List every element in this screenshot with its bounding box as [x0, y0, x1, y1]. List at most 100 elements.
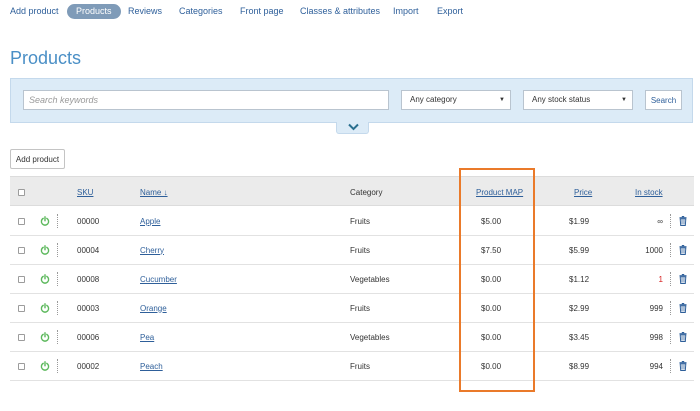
stock-select-value: Any stock status [532, 95, 591, 104]
nav-import[interactable]: Import [393, 4, 419, 19]
sku-cell: 00006 [77, 332, 100, 342]
add-product-button[interactable]: Add product [10, 149, 65, 169]
delete-button[interactable] [679, 207, 687, 235]
search-input[interactable] [23, 90, 389, 110]
product-map-cell: $0.00 [481, 274, 502, 284]
caret-down-icon: ▼ [621, 97, 627, 103]
nav-reviews[interactable]: Reviews [128, 4, 162, 19]
row-divider [670, 294, 672, 322]
top-nav: Add product Products Reviews Categories … [0, 0, 700, 24]
product-name[interactable]: Cherry [140, 246, 164, 255]
price-cell: $2.99 [569, 303, 590, 313]
trash-icon [679, 332, 687, 342]
delete-button[interactable] [679, 352, 687, 380]
nav-categories[interactable]: Categories [179, 4, 223, 19]
power-toggle-button[interactable] [40, 236, 50, 264]
category-cell: Vegetables [350, 332, 390, 342]
table-header: SKU Name ↓ Category Product MAP Price In… [10, 176, 694, 206]
category-cell: Fruits [350, 216, 370, 226]
row-divider [57, 236, 59, 264]
delete-button[interactable] [679, 265, 687, 293]
column-header-name[interactable]: Name ↓ [140, 177, 168, 207]
trash-icon [679, 216, 687, 226]
power-toggle-button[interactable] [40, 352, 50, 380]
column-header-in-stock[interactable]: In stock [635, 177, 663, 207]
table-row: 00004 Cherry Fruits $7.50 $5.99 1000 [10, 236, 694, 265]
product-name-link[interactable]: Pea [140, 323, 154, 351]
caret-down-icon: ▼ [499, 97, 505, 103]
category-cell: Fruits [350, 245, 370, 255]
category-select[interactable]: Any category ▼ [401, 90, 511, 110]
price-cell: $5.99 [569, 245, 590, 255]
row-divider [670, 236, 672, 264]
row-divider [670, 323, 672, 351]
chevron-down-icon [348, 123, 359, 131]
column-header-product-map[interactable]: Product MAP [476, 177, 523, 207]
row-checkbox[interactable] [18, 352, 25, 380]
stock-cell: 1000 [645, 245, 663, 255]
power-toggle-button[interactable] [40, 294, 50, 322]
product-name[interactable]: Orange [140, 304, 167, 313]
stock-cell: ∞ [657, 216, 663, 226]
stock-cell: 994 [649, 361, 663, 371]
sku-cell: 00003 [77, 303, 100, 313]
product-map-cell: $0.00 [481, 303, 502, 313]
column-header-sku[interactable]: SKU [77, 177, 93, 207]
row-checkbox[interactable] [18, 323, 25, 351]
category-cell: Fruits [350, 303, 370, 313]
product-name[interactable]: Cucumber [140, 275, 177, 284]
delete-button[interactable] [679, 323, 687, 351]
table-row: 00008 Cucumber Vegetables $0.00 $1.12 1 [10, 265, 694, 294]
stock-cell: 1 [658, 274, 663, 284]
nav-front-page[interactable]: Front page [240, 4, 284, 19]
search-panel: Any category ▼ Any stock status ▼ Search [10, 78, 693, 123]
row-checkbox[interactable] [18, 294, 25, 322]
trash-icon [679, 274, 687, 284]
nav-products[interactable]: Products [67, 4, 121, 19]
product-name-link[interactable]: Peach [140, 352, 163, 380]
product-name-link[interactable]: Apple [140, 207, 160, 235]
trash-icon [679, 361, 687, 371]
table-row: 00003 Orange Fruits $0.00 $2.99 999 [10, 294, 694, 323]
category-cell: Fruits [350, 361, 370, 371]
trash-icon [679, 303, 687, 313]
select-all-checkbox[interactable] [18, 177, 25, 207]
nav-add-product[interactable]: Add product [10, 4, 59, 19]
row-checkbox[interactable] [18, 207, 25, 235]
delete-button[interactable] [679, 294, 687, 322]
product-name[interactable]: Pea [140, 333, 154, 342]
row-checkbox[interactable] [18, 265, 25, 293]
power-icon [40, 361, 50, 371]
row-divider [670, 352, 672, 380]
product-map-cell: $5.00 [481, 216, 502, 226]
expand-search-toggle[interactable] [336, 122, 369, 134]
sku-cell: 00002 [77, 361, 100, 371]
product-name[interactable]: Apple [140, 217, 160, 226]
power-icon [40, 332, 50, 342]
product-map-cell: $0.00 [481, 361, 502, 371]
search-button[interactable]: Search [645, 90, 682, 110]
power-toggle-button[interactable] [40, 265, 50, 293]
delete-button[interactable] [679, 236, 687, 264]
nav-classes-attributes[interactable]: Classes & attributes [300, 4, 380, 19]
nav-export[interactable]: Export [437, 4, 463, 19]
table-row: 00006 Pea Vegetables $0.00 $3.45 998 [10, 323, 694, 352]
row-divider [670, 207, 672, 235]
category-cell: Vegetables [350, 274, 390, 284]
product-name-link[interactable]: Orange [140, 294, 167, 322]
power-toggle-button[interactable] [40, 323, 50, 351]
product-name-link[interactable]: Cucumber [140, 265, 177, 293]
power-toggle-button[interactable] [40, 207, 50, 235]
product-name[interactable]: Peach [140, 362, 163, 371]
row-divider [57, 207, 59, 235]
product-name-link[interactable]: Cherry [140, 236, 164, 264]
column-header-price[interactable]: Price [574, 177, 592, 207]
stock-status-select[interactable]: Any stock status ▼ [523, 90, 633, 110]
price-cell: $8.99 [569, 361, 590, 371]
category-select-value: Any category [410, 95, 457, 104]
row-divider [57, 323, 59, 351]
row-checkbox[interactable] [18, 236, 25, 264]
price-cell: $3.45 [569, 332, 590, 342]
power-icon [40, 303, 50, 313]
price-cell: $1.12 [569, 274, 590, 284]
